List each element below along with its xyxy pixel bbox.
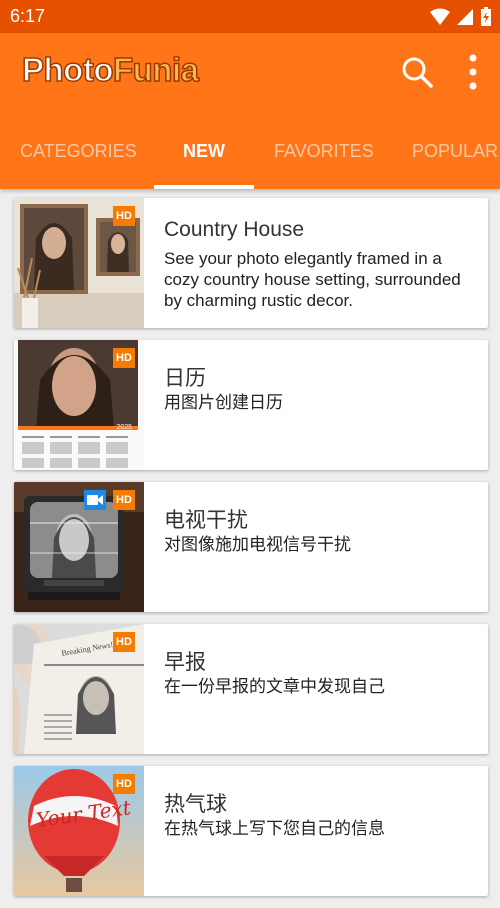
status-bar: 6:17 [0,0,500,33]
more-vert-icon [469,54,477,90]
effect-description: 在热气球上写下您自己的信息 [164,819,385,838]
hd-badge: HD [113,490,135,510]
hd-badge: HD [113,632,135,652]
effect-thumbnail: HD [14,198,144,328]
effect-thumbnail: Breaking News! HD [14,624,144,754]
signal-icon [457,9,473,25]
effect-title: 日历 [164,367,206,390]
status-icons [430,7,492,27]
effect-title: 早报 [164,651,206,674]
search-icon [402,57,433,88]
effect-card-country-house[interactable]: HD Country House See your photo elegantl… [14,198,488,328]
effect-title: 电视干扰 [164,509,248,532]
video-camera-icon [87,495,103,505]
overflow-menu-button[interactable] [460,53,486,93]
effect-card-morning-paper[interactable]: Breaking News! HD 早报 在一份早报的文章中发现自己 [14,624,488,754]
hd-badge: HD [113,774,135,794]
app-logo: PhotoFunia [21,50,199,89]
hd-badge: HD [113,348,135,368]
battery-icon [481,7,491,26]
calendar-year-label: 2025 [116,424,132,431]
tab-new[interactable]: NEW [183,129,225,189]
effect-description: 对图像施加电视信号干扰 [164,535,351,554]
effect-card-tv-interference[interactable]: HD 电视干扰 对图像施加电视信号干扰 [14,482,488,612]
search-button[interactable] [400,55,436,91]
tab-favorites[interactable]: FAVORITES [274,129,374,189]
tab-categories[interactable]: CATEGORIES [20,129,137,189]
hd-badge: HD [113,206,135,226]
effect-title: 热气球 [164,793,227,816]
effect-thumbnail: HD [14,482,144,612]
effects-list: HD Country House See your photo elegantl… [14,198,488,908]
effect-thumbnail: Your Text HD [14,766,144,896]
effect-thumbnail: 2025 HD [14,340,144,470]
logo-part-photo: Photo [21,50,114,89]
tab-popular[interactable]: POPULAR [412,129,498,189]
effect-title: Country House [164,218,305,241]
effect-description: See your photo elegantly framed in a coz… [164,249,461,310]
effect-card-calendar[interactable]: 2025 HD 日历 用图片创建日历 [14,340,488,470]
wifi-icon [430,8,450,25]
effect-description: 在一份早报的文章中发现自己 [164,677,385,696]
app-bar: PhotoFunia CATEGORIES NEW FAVORITES POPU… [0,33,500,189]
effect-card-hot-air-balloon[interactable]: Your Text HD 热气球 在热气球上写下您自己的信息 [14,766,488,896]
video-badge [84,490,106,510]
tab-indicator [154,185,254,189]
effect-description: 用图片创建日历 [164,393,283,412]
status-time: 6:17 [10,6,46,26]
tab-bar: CATEGORIES NEW FAVORITES POPULAR [0,129,500,189]
logo-part-funia: Funia [112,50,199,89]
